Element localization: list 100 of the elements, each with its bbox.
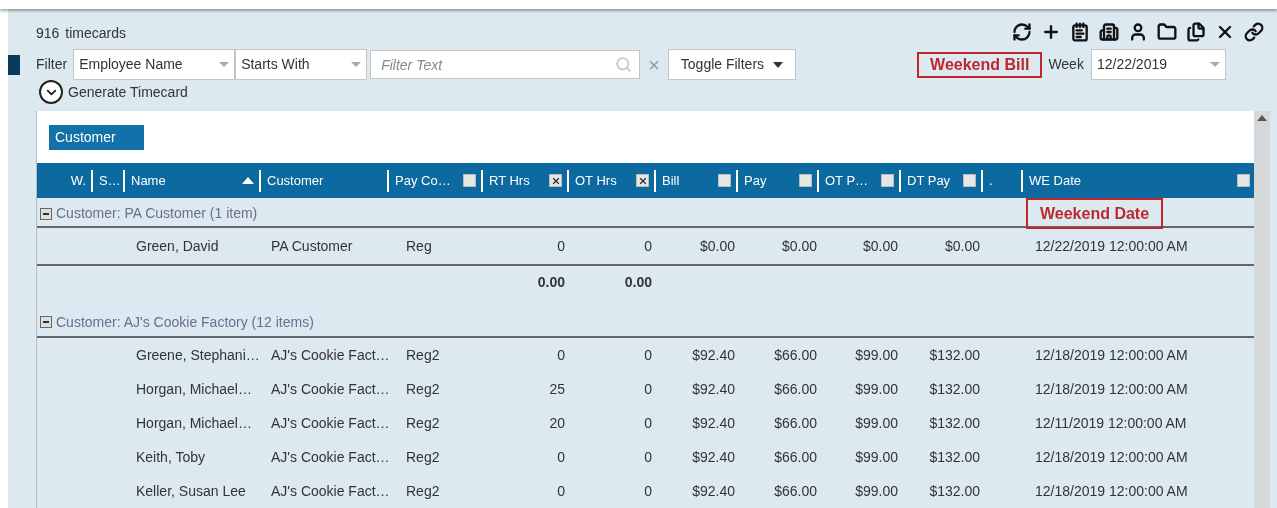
collapse-icon[interactable] <box>40 316 52 328</box>
table-cell: Reg2 <box>406 380 440 397</box>
table-cell: $66.00 <box>774 448 817 465</box>
column-checkbox[interactable] <box>463 174 476 187</box>
column-checkbox[interactable] <box>636 174 649 187</box>
column-checkbox[interactable] <box>799 174 812 187</box>
table-cell: $66.00 <box>774 346 817 363</box>
column-header[interactable]: W. <box>70 170 86 191</box>
annotation-label: Weekend Date <box>1026 198 1164 229</box>
column-checkbox[interactable] <box>718 174 731 187</box>
table-cell: AJ's Cookie Fact… <box>271 448 390 465</box>
column-header[interactable]: WE Date <box>1029 170 1081 191</box>
table-cell: Horgan, Michael… <box>136 414 252 431</box>
column-header[interactable]: OT P… <box>825 170 869 191</box>
table-cell: 12/18/2019 12:00:00 AM <box>1035 482 1188 499</box>
side-tab-marker[interactable] <box>8 54 20 75</box>
table-cell: $92.40 <box>692 448 735 465</box>
filter-field-dropdown[interactable]: Employee Name <box>73 49 236 80</box>
table-cell: 0 <box>644 380 652 397</box>
column-header[interactable]: RT Hrs <box>489 170 530 191</box>
table-cell: Keller, Susan Lee <box>136 482 246 499</box>
table-cell: 20 <box>549 414 565 431</box>
group-title: Customer: PA Customer (1 item) <box>56 204 258 223</box>
column-header[interactable]: S… <box>99 170 121 191</box>
column-checkbox[interactable] <box>549 174 562 187</box>
column-header[interactable]: Customer <box>267 170 324 191</box>
table-cell: $66.00 <box>774 380 817 397</box>
table-cell: $132.00 <box>929 448 980 465</box>
table-cell: $0.00 <box>862 237 898 254</box>
column-header[interactable]: DT Pay <box>907 170 951 191</box>
table-cell: 12/18/2019 12:00:00 AM <box>1035 346 1188 363</box>
table-cell: $0.00 <box>699 237 735 254</box>
column-checkbox[interactable] <box>881 174 894 187</box>
table-cell: $92.40 <box>692 482 735 499</box>
search-icon <box>615 56 633 73</box>
caret-icon <box>773 61 784 68</box>
group-by-chip[interactable]: Customer <box>49 124 144 150</box>
column-header[interactable]: OT Hrs <box>575 170 617 191</box>
total-cell: 0.00 <box>624 273 652 290</box>
scroll-up-arrow-icon[interactable] <box>1257 115 1267 121</box>
table-cell: $99.00 <box>855 448 898 465</box>
column-checkbox[interactable] <box>1237 174 1250 187</box>
table-cell: $132.00 <box>929 482 980 499</box>
table-cell: 0 <box>644 237 652 254</box>
record-count: 916 <box>36 24 60 43</box>
week-dropdown[interactable]: 12/22/2019 <box>1090 49 1226 80</box>
table-cell: 12/22/2019 12:00:00 AM <box>1035 237 1188 254</box>
column-header[interactable]: Name <box>131 170 166 191</box>
table-cell: $92.40 <box>692 414 735 431</box>
column-header[interactable]: Pay <box>744 170 767 191</box>
table-cell: Reg <box>406 237 432 254</box>
table-cell: 12/18/2019 12:00:00 AM <box>1035 448 1188 465</box>
column-checkbox[interactable] <box>963 174 976 187</box>
table-cell: $132.00 <box>929 380 980 397</box>
toggle-filters-button[interactable]: Toggle Filters <box>667 49 797 80</box>
table-cell: AJ's Cookie Fact… <box>271 346 390 363</box>
table-cell: $66.00 <box>774 482 817 499</box>
table-cell: $0.00 <box>944 237 980 254</box>
table-cell: Horgan, Michael… <box>136 380 252 397</box>
filter-operator-dropdown[interactable]: Starts With <box>235 49 368 80</box>
generate-timecard-link[interactable]: Generate Timecard <box>68 81 188 103</box>
table-cell: Reg2 <box>406 414 440 431</box>
caret-icon <box>351 62 362 67</box>
table-cell: $99.00 <box>855 482 898 499</box>
table-cell: 0 <box>557 237 565 254</box>
table-cell: 0 <box>557 448 565 465</box>
annotation-label: Weekend Bill <box>917 51 1043 78</box>
table-cell: $92.40 <box>692 346 735 363</box>
table-cell: 0 <box>557 346 565 363</box>
table-cell: 25 <box>549 380 565 397</box>
table-cell: AJ's Cookie Fact… <box>271 482 390 499</box>
caret-icon <box>219 62 230 67</box>
table-cell: $99.00 <box>855 380 898 397</box>
table-cell: $92.40 <box>692 380 735 397</box>
table-cell: Reg2 <box>406 448 440 465</box>
table-cell: Greene, Stephani… <box>136 346 260 363</box>
table-cell: 12/11/2019 12:00:00 AM <box>1035 414 1187 431</box>
table-cell: 0 <box>644 448 652 465</box>
filter-text-field[interactable]: Filter Text <box>370 50 641 79</box>
table-cell: AJ's Cookie Fact… <box>271 414 390 431</box>
week-label: Week <box>1048 55 1084 74</box>
record-count-label: timecards <box>65 24 127 43</box>
table-cell: Keith, Toby <box>136 448 205 465</box>
table-cell: 0 <box>644 482 652 499</box>
table-cell: $99.00 <box>855 346 898 363</box>
table-cell: Reg2 <box>406 482 440 499</box>
table-cell: Reg2 <box>406 346 440 363</box>
total-cell: 0.00 <box>537 273 565 290</box>
column-header[interactable]: . <box>989 170 993 191</box>
table-cell: 0 <box>644 414 652 431</box>
table-cell: $66.00 <box>774 414 817 431</box>
table-cell: $0.00 <box>781 237 817 254</box>
table-cell: $132.00 <box>929 414 980 431</box>
collapse-icon[interactable] <box>40 207 52 220</box>
table-cell: AJ's Cookie Fact… <box>271 380 390 397</box>
scrollbar[interactable] <box>1254 111 1270 508</box>
column-header[interactable]: Bill <box>662 170 680 191</box>
table-cell: PA Customer <box>271 237 353 254</box>
table-cell: $99.00 <box>855 414 898 431</box>
column-header[interactable]: Pay Co… <box>395 170 451 191</box>
